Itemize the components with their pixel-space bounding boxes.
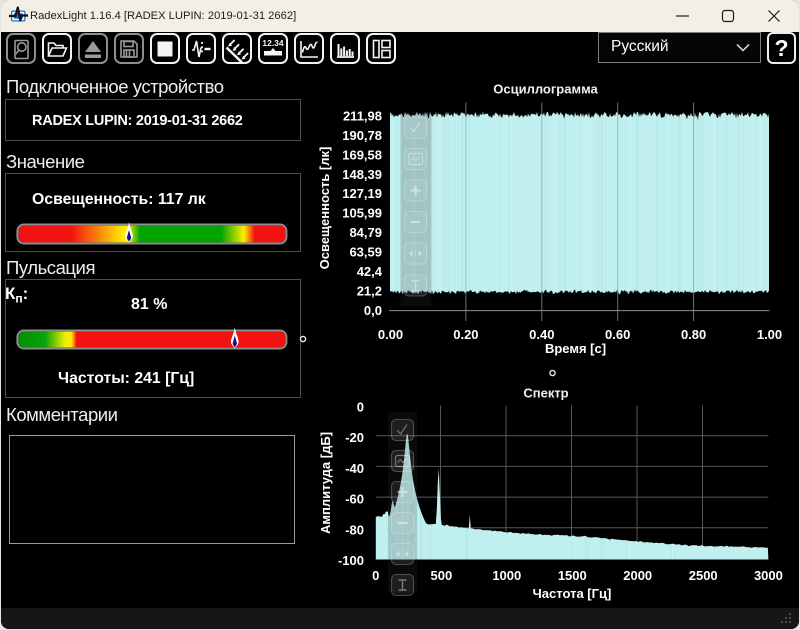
- svg-text:211,98: 211,98: [343, 108, 382, 123]
- svg-text:21,2: 21,2: [357, 284, 382, 299]
- svg-text:1500: 1500: [558, 568, 587, 583]
- svg-text:190,78: 190,78: [342, 128, 382, 143]
- svg-text:0: 0: [372, 568, 379, 583]
- svg-text:84,79: 84,79: [349, 225, 382, 240]
- svg-text:127,19: 127,19: [342, 186, 382, 201]
- svg-text:148,39: 148,39: [342, 167, 382, 182]
- svg-text:Спектр: Спектр: [523, 386, 568, 401]
- svg-text:Частота [Гц]: Частота [Гц]: [533, 586, 612, 601]
- svg-text:2500: 2500: [689, 568, 718, 583]
- svg-text:-40: -40: [345, 461, 364, 476]
- svg-text:105,99: 105,99: [342, 206, 382, 221]
- svg-text:Время [с]: Время [с]: [545, 341, 606, 356]
- svg-text:0.80: 0.80: [681, 327, 706, 342]
- svg-text:0.00: 0.00: [378, 327, 403, 342]
- svg-text:1.00: 1.00: [757, 327, 782, 342]
- svg-text:0.20: 0.20: [453, 327, 478, 342]
- svg-text:63,59: 63,59: [349, 245, 382, 260]
- svg-text:0: 0: [357, 400, 364, 415]
- svg-text:2000: 2000: [623, 568, 652, 583]
- svg-text:-100: -100: [338, 553, 364, 568]
- svg-text:3000: 3000: [754, 568, 783, 583]
- svg-text:169,58: 169,58: [342, 147, 382, 162]
- svg-text:-80: -80: [345, 522, 364, 537]
- svg-text:42,4: 42,4: [357, 264, 383, 279]
- svg-text:-20: -20: [345, 430, 364, 445]
- svg-text:1000: 1000: [492, 568, 521, 583]
- svg-text:-60: -60: [345, 492, 364, 507]
- svg-text:0.40: 0.40: [529, 327, 554, 342]
- svg-text:Осциллограмма: Осциллограмма: [493, 82, 598, 97]
- svg-text:500: 500: [431, 568, 453, 583]
- svg-text:Освещенность [лк]: Освещенность [лк]: [317, 147, 332, 270]
- svg-text:0.60: 0.60: [605, 327, 630, 342]
- svg-text:0,0: 0,0: [364, 303, 382, 318]
- svg-text:Амплитуда [дБ]: Амплитуда [дБ]: [318, 432, 333, 534]
